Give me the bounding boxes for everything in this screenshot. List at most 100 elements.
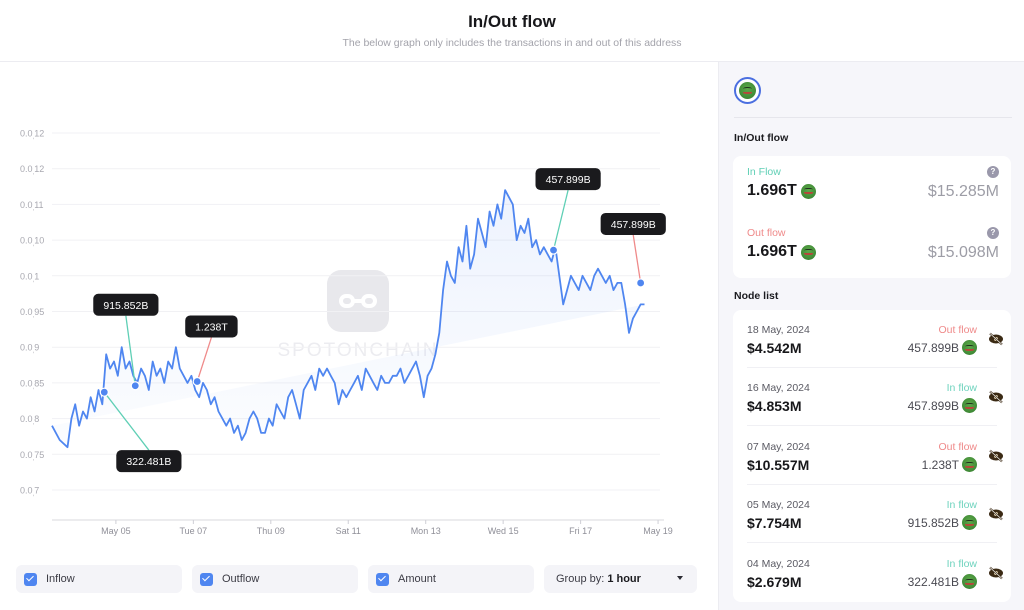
node-date: 05 May, 2024 <box>747 499 810 511</box>
page-subtitle: The below graph only includes the transa… <box>342 37 682 49</box>
annotation-point <box>99 387 109 397</box>
node-usd: $10.557M <box>747 457 810 473</box>
in-flow-row: In Flow ? 1.696T $15.285M <box>747 166 999 216</box>
pepe-token-icon <box>962 457 977 472</box>
y-tick-label: 0.0,1 <box>20 271 39 283</box>
x-tick-label: May 05 <box>101 526 131 536</box>
y-tick-label: 0.0,10 <box>20 236 44 248</box>
annotation-point <box>636 278 646 288</box>
y-tick-label: 0.0,85 <box>20 378 44 390</box>
pepe-token-icon <box>800 244 816 260</box>
eye-off-icon[interactable] <box>987 390 1005 404</box>
x-tick-label: Sat 11 <box>336 526 361 536</box>
amount-checkbox[interactable] <box>376 572 389 586</box>
annotation-leader-line <box>196 337 213 382</box>
node-list-item[interactable]: 04 May, 2024 $2.679M In flow 322.481B <box>733 544 1011 602</box>
x-tick-label: Fri 17 <box>569 526 592 536</box>
node-amount: 1.238T <box>922 457 977 472</box>
page-header: In/Out flow The below graph only include… <box>0 0 1024 62</box>
y-tick-label: 0.0,11 <box>20 200 44 212</box>
x-tick-label: May 19 <box>643 526 673 536</box>
x-tick-label: Mon 13 <box>411 526 441 536</box>
node-list-item[interactable]: 05 May, 2024 $7.754M In flow 915.852B <box>733 485 1011 543</box>
outflow-label: Outflow <box>222 573 260 585</box>
x-tick-label: Thu 09 <box>257 526 285 536</box>
node-amount: 457.899B <box>908 398 977 413</box>
out-flow-usd: $15.098M <box>927 244 999 261</box>
out-flow-amount-value: 1.696T <box>747 243 797 260</box>
node-amount-value: 457.899B <box>907 398 959 413</box>
node-usd: $4.853M <box>747 398 802 414</box>
token-avatar[interactable] <box>734 77 761 104</box>
node-list-item[interactable]: 07 May, 2024 $10.557M Out flow 1.238T <box>733 427 1011 485</box>
annotation-label: 457.899B <box>611 219 656 231</box>
x-tick-label: Tue 07 <box>180 526 208 536</box>
node-direction: In flow <box>946 558 977 570</box>
chart-area: SPOTONCHAIN 0.0,12 0.0,12 0.0,11 0.0,10 0.0,… <box>0 62 718 610</box>
divider <box>747 425 997 426</box>
page-title: In/Out flow <box>468 12 556 31</box>
help-icon[interactable]: ? <box>987 166 999 178</box>
group-by-value: 1 hour <box>607 573 641 585</box>
in-flow-label: In Flow <box>747 166 781 178</box>
y-tick-label: 0.0,12 <box>20 164 44 176</box>
inflow-label: Inflow <box>46 573 75 585</box>
outflow-toggle[interactable]: Outflow <box>192 565 358 593</box>
eye-off-icon[interactable] <box>987 566 1005 580</box>
pepe-token-icon <box>800 183 816 199</box>
out-flow-amount: 1.696T <box>747 243 816 261</box>
node-list-title: Node list <box>734 290 779 302</box>
node-usd: $4.542M <box>747 340 802 356</box>
y-tick-label: 0.0,7 <box>20 486 39 498</box>
y-tick-label: 0.0,75 <box>20 450 44 462</box>
node-usd: $2.679M <box>747 574 802 590</box>
divider <box>734 117 1012 118</box>
annotation-point <box>548 245 559 255</box>
annotation-leader-line <box>552 189 569 251</box>
y-tick-label: 0.0,12 <box>20 129 44 141</box>
node-usd: $7.754M <box>747 515 802 531</box>
node-amount-value: 1.238T <box>921 457 959 472</box>
chart-controls: Inflow Outflow Amount Group by: 1 hour <box>0 565 718 595</box>
node-date: 07 May, 2024 <box>747 441 810 453</box>
pepe-token-icon <box>962 398 977 413</box>
inflow-toggle[interactable]: Inflow <box>16 565 182 593</box>
node-direction: Out flow <box>938 441 977 453</box>
eye-off-icon[interactable] <box>987 449 1005 463</box>
flow-chart[interactable]: 0.0,12 0.0,12 0.0,11 0.0,10 0.0,1 0.0,95 0.0,9… <box>0 62 718 562</box>
group-by-label: Group by: <box>556 573 605 585</box>
node-direction: In flow <box>946 499 977 511</box>
eye-off-icon[interactable] <box>987 332 1005 346</box>
annotation-label: 322.481B <box>126 456 171 468</box>
amount-toggle[interactable]: Amount <box>368 565 534 593</box>
in-flow-usd: $15.285M <box>927 183 999 200</box>
out-flow-row: Out flow ? 1.696T $15.098M <box>747 227 999 277</box>
node-date: 16 May, 2024 <box>747 382 810 394</box>
outflow-checkbox[interactable] <box>200 572 213 586</box>
group-by-select[interactable]: Group by: 1 hour <box>544 565 697 593</box>
x-tick-label: Wed 15 <box>488 526 519 536</box>
sidebar: In/Out flow In Flow ? 1.696T $15.285M Ou… <box>718 62 1024 610</box>
pepe-token-icon <box>962 340 977 355</box>
in-flow-amount-value: 1.696T <box>747 182 797 199</box>
node-direction: Out flow <box>938 324 977 336</box>
y-tick-label: 0.0,9 <box>20 343 39 355</box>
node-list-item[interactable]: 16 May, 2024 $4.853M In flow 457.899B <box>733 368 1011 426</box>
series-area <box>52 190 645 448</box>
node-amount: 915.852B <box>908 515 977 530</box>
y-tick-label: 0.0,95 <box>20 307 44 319</box>
annotation-label: 1.238T <box>195 321 228 333</box>
y-tick-label: 0.0,8 <box>20 414 39 426</box>
annotation-label: 915.852B <box>103 300 148 312</box>
node-list-item[interactable]: 18 May, 2024 $4.542M Out flow 457.899B <box>733 310 1011 368</box>
node-list: 18 May, 2024 $4.542M Out flow 457.899B 1… <box>733 310 1011 602</box>
node-date: 18 May, 2024 <box>747 324 810 336</box>
help-icon[interactable]: ? <box>987 227 999 239</box>
annotation-label: 457.899B <box>546 174 591 186</box>
annotation-point <box>130 381 140 391</box>
node-date: 04 May, 2024 <box>747 558 810 570</box>
flow-section-title: In/Out flow <box>734 132 789 144</box>
inflow-checkbox[interactable] <box>24 572 37 586</box>
pepe-token-icon <box>739 82 756 99</box>
eye-off-icon[interactable] <box>987 507 1005 521</box>
